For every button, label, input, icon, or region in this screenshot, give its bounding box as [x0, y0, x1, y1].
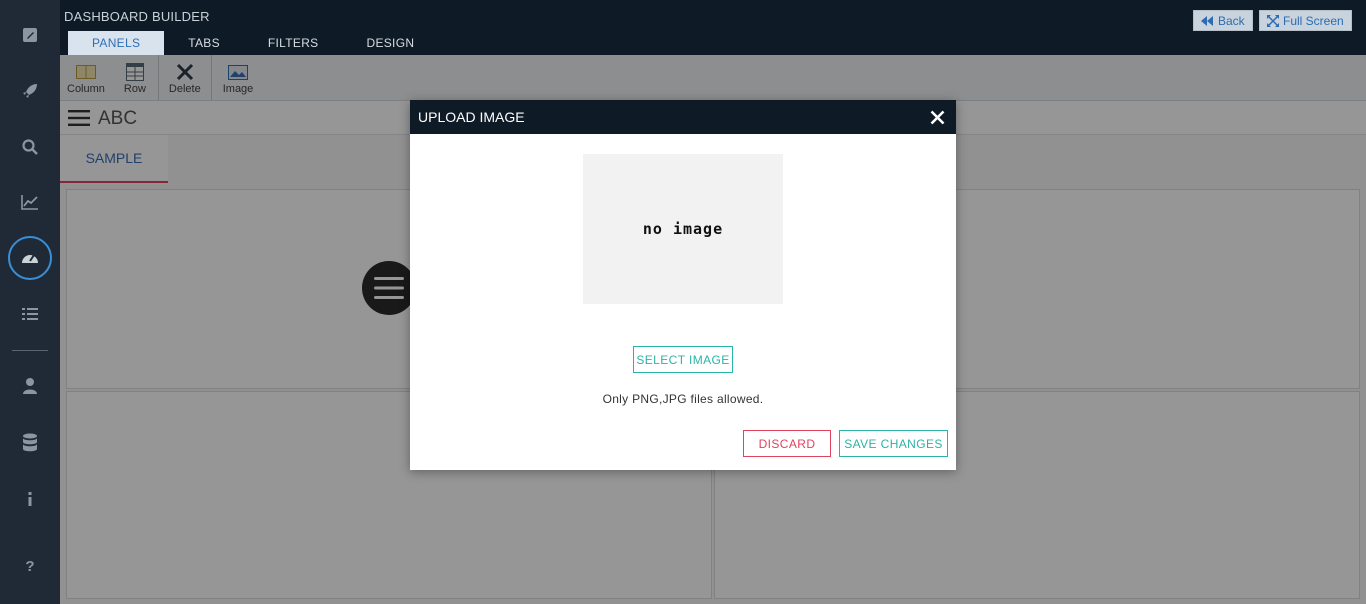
dialog-header: UPLOAD IMAGE	[410, 100, 956, 134]
top-bar: DASHBOARD BUILDER PANELS TABS FILTERS DE…	[60, 0, 1366, 55]
help-icon[interactable]: ?	[0, 546, 60, 586]
save-changes-button[interactable]: SAVE CHANGES	[839, 430, 948, 457]
rail-divider	[12, 350, 48, 351]
tab-panels[interactable]: PANELS	[68, 31, 165, 55]
left-nav-rail: ?	[0, 0, 60, 604]
back-label: Back	[1218, 13, 1245, 28]
database-icon[interactable]	[0, 423, 60, 463]
rocket-icon[interactable]	[0, 71, 60, 111]
builder-tabs: PANELS TABS FILTERS DESIGN	[68, 31, 438, 55]
list-icon[interactable]	[0, 294, 60, 334]
user-icon[interactable]	[0, 366, 60, 406]
chart-line-icon[interactable]	[0, 182, 60, 222]
upload-image-dialog: UPLOAD IMAGE no image SELECT IMAGE Only …	[410, 100, 956, 470]
fullscreen-button[interactable]: Full Screen	[1259, 10, 1352, 31]
no-image-placeholder: no image	[642, 220, 724, 238]
tab-tabs[interactable]: TABS	[164, 31, 244, 55]
file-type-hint: Only PNG,JPG files allowed.	[602, 392, 764, 406]
image-preview: no image	[583, 154, 783, 304]
discard-button[interactable]: DISCARD	[743, 430, 831, 457]
help-glyph: ?	[25, 557, 35, 575]
search-icon[interactable]	[0, 127, 60, 167]
edit-icon[interactable]	[0, 15, 60, 55]
select-image-button[interactable]: SELECT IMAGE	[633, 346, 733, 373]
back-arrow-icon	[1201, 15, 1213, 26]
app-title: DASHBOARD BUILDER	[64, 9, 210, 24]
dialog-title: UPLOAD IMAGE	[418, 109, 525, 125]
info-icon[interactable]	[0, 479, 60, 519]
close-icon[interactable]	[926, 106, 948, 128]
tab-design[interactable]: DESIGN	[342, 31, 438, 55]
tab-filters[interactable]: FILTERS	[244, 31, 343, 55]
dashboard-gauge-icon[interactable]	[0, 236, 60, 280]
fullscreen-label: Full Screen	[1283, 13, 1344, 28]
back-button[interactable]: Back	[1193, 10, 1253, 31]
expand-icon	[1267, 14, 1279, 27]
